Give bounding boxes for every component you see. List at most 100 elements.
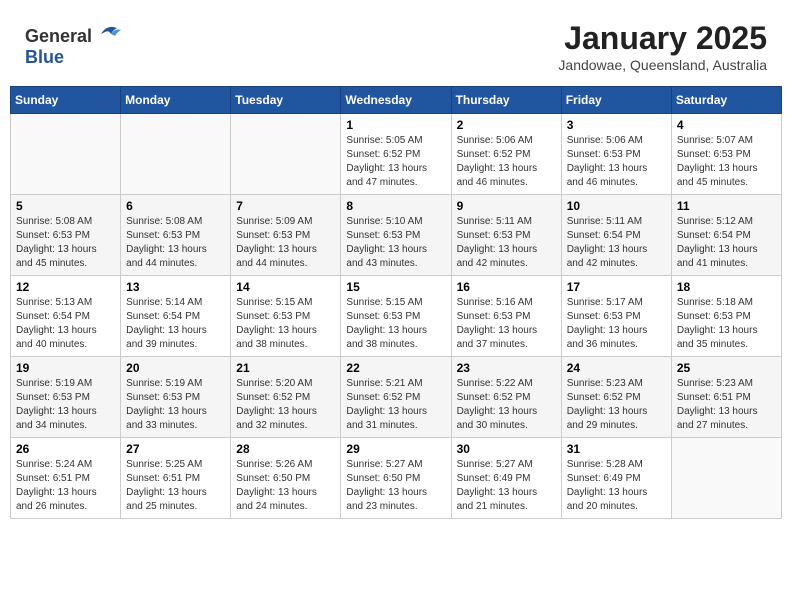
week-row-1: 1Sunrise: 5:05 AM Sunset: 6:52 PM Daylig… [11,114,782,195]
calendar-table: SundayMondayTuesdayWednesdayThursdayFrid… [10,86,782,519]
day-number: 18 [677,280,776,294]
weekday-header-sunday: Sunday [11,87,121,114]
weekday-header-friday: Friday [561,87,671,114]
weekday-header-tuesday: Tuesday [231,87,341,114]
calendar-cell: 4 Sunrise: 5:07 AM Sunset: 6:53 PM Daylig… [671,114,781,195]
day-number: 1 [346,118,445,132]
weekday-header-thursday: Thursday [451,87,561,114]
day-number: 15 [346,280,445,294]
calendar-cell: 22Sunrise: 5:21 AM Sunset: 6:52 PM Dayli… [341,357,451,438]
logo-blue: Blue [25,47,64,67]
day-number: 4 [677,118,776,132]
day-info: Sunrise: 5:11 AM Sunset: 6:54 PM Dayligh… [567,215,666,271]
day-number: 28 [236,442,335,456]
day-info: Sunrise: 5:09 AM Sunset: 6:53 PM Dayligh… [236,215,335,271]
calendar-cell: 28 Sunrise: 5:26 AM Sunset: 6:50 PM Dayli… [231,438,341,519]
day-info: Sunrise: 5:08 AM Sunset: 6:53 PM Dayligh… [16,215,115,271]
day-info: Sunrise: 5:06 AM Sunset: 6:52 PM Dayligh… [457,134,556,190]
day-number: 19 [16,361,115,375]
calendar-cell: 11 Sunrise: 5:12 AM Sunset: 6:54 PM Dayli… [671,195,781,276]
week-row-5: 26 Sunrise: 5:24 AM Sunset: 6:51 PM Dayli… [11,438,782,519]
logo-general: General [25,26,92,46]
day-info: Sunrise: 5:25 AM Sunset: 6:51 PM Dayligh… [126,458,225,514]
weekday-row: SundayMondayTuesdayWednesdayThursdayFrid… [11,87,782,114]
calendar-cell: 24Sunrise: 5:23 AM Sunset: 6:52 PM Dayli… [561,357,671,438]
calendar-cell: 17 Sunrise: 5:17 AM Sunset: 6:53 PM Dayli… [561,276,671,357]
day-info: Sunrise: 5:17 AM Sunset: 6:53 PM Dayligh… [567,296,666,352]
calendar-cell: 12 Sunrise: 5:13 AM Sunset: 6:54 PM Dayli… [11,276,121,357]
day-number: 23 [457,361,556,375]
day-info: Sunrise: 5:19 AM Sunset: 6:53 PM Dayligh… [126,377,225,433]
calendar-cell: 8 Sunrise: 5:10 AM Sunset: 6:53 PM Daylig… [341,195,451,276]
page-header: General Blue January 2025 Jandowae, Quee… [10,10,782,78]
day-info: Sunrise: 5:12 AM Sunset: 6:54 PM Dayligh… [677,215,776,271]
day-number: 11 [677,199,776,213]
day-number: 12 [16,280,115,294]
day-info: Sunrise: 5:24 AM Sunset: 6:51 PM Dayligh… [16,458,115,514]
calendar-cell: 16Sunrise: 5:16 AM Sunset: 6:53 PM Dayli… [451,276,561,357]
day-info: Sunrise: 5:07 AM Sunset: 6:53 PM Dayligh… [677,134,776,190]
day-info: Sunrise: 5:10 AM Sunset: 6:53 PM Dayligh… [346,215,445,271]
calendar-cell [121,114,231,195]
day-info: Sunrise: 5:20 AM Sunset: 6:52 PM Dayligh… [236,377,335,433]
calendar-cell: 20 Sunrise: 5:19 AM Sunset: 6:53 PM Dayli… [121,357,231,438]
day-info: Sunrise: 5:28 AM Sunset: 6:49 PM Dayligh… [567,458,666,514]
weekday-header-saturday: Saturday [671,87,781,114]
calendar-cell: 23 Sunrise: 5:22 AM Sunset: 6:52 PM Dayli… [451,357,561,438]
day-number: 10 [567,199,666,213]
day-info: Sunrise: 5:27 AM Sunset: 6:49 PM Dayligh… [457,458,556,514]
calendar-cell [231,114,341,195]
calendar-cell: 1Sunrise: 5:05 AM Sunset: 6:52 PM Daylig… [341,114,451,195]
calendar-cell: 27Sunrise: 5:25 AM Sunset: 6:51 PM Dayli… [121,438,231,519]
day-number: 29 [346,442,445,456]
logo: General Blue [25,26,121,68]
week-row-3: 12 Sunrise: 5:13 AM Sunset: 6:54 PM Dayli… [11,276,782,357]
day-info: Sunrise: 5:21 AM Sunset: 6:52 PM Dayligh… [346,377,445,433]
calendar-cell: 6Sunrise: 5:08 AM Sunset: 6:53 PM Daylig… [121,195,231,276]
day-number: 6 [126,199,225,213]
day-number: 2 [457,118,556,132]
calendar-cell: 19 Sunrise: 5:19 AM Sunset: 6:53 PM Dayli… [11,357,121,438]
day-info: Sunrise: 5:06 AM Sunset: 6:53 PM Dayligh… [567,134,666,190]
calendar-cell: 3Sunrise: 5:06 AM Sunset: 6:53 PM Daylig… [561,114,671,195]
calendar-cell: 10 Sunrise: 5:11 AM Sunset: 6:54 PM Dayli… [561,195,671,276]
calendar-cell [11,114,121,195]
calendar-title: January 2025 [558,20,767,57]
day-number: 20 [126,361,225,375]
day-info: Sunrise: 5:13 AM Sunset: 6:54 PM Dayligh… [16,296,115,352]
day-number: 26 [16,442,115,456]
calendar-cell: 25Sunrise: 5:23 AM Sunset: 6:51 PM Dayli… [671,357,781,438]
day-info: Sunrise: 5:26 AM Sunset: 6:50 PM Dayligh… [236,458,335,514]
day-info: Sunrise: 5:18 AM Sunset: 6:53 PM Dayligh… [677,296,776,352]
calendar-cell: 9Sunrise: 5:11 AM Sunset: 6:53 PM Daylig… [451,195,561,276]
logo-text: General Blue [25,26,121,68]
day-info: Sunrise: 5:27 AM Sunset: 6:50 PM Dayligh… [346,458,445,514]
week-row-2: 5Sunrise: 5:08 AM Sunset: 6:53 PM Daylig… [11,195,782,276]
calendar-cell: 14 Sunrise: 5:15 AM Sunset: 6:53 PM Dayli… [231,276,341,357]
weekday-header-wednesday: Wednesday [341,87,451,114]
title-area: January 2025 Jandowae, Queensland, Austr… [558,20,767,73]
calendar-cell: 5Sunrise: 5:08 AM Sunset: 6:53 PM Daylig… [11,195,121,276]
calendar-cell: 15 Sunrise: 5:15 AM Sunset: 6:53 PM Dayli… [341,276,451,357]
day-info: Sunrise: 5:11 AM Sunset: 6:53 PM Dayligh… [457,215,556,271]
day-info: Sunrise: 5:15 AM Sunset: 6:53 PM Dayligh… [346,296,445,352]
calendar-cell: 7Sunrise: 5:09 AM Sunset: 6:53 PM Daylig… [231,195,341,276]
day-info: Sunrise: 5:19 AM Sunset: 6:53 PM Dayligh… [16,377,115,433]
calendar-subtitle: Jandowae, Queensland, Australia [558,57,767,73]
day-info: Sunrise: 5:22 AM Sunset: 6:52 PM Dayligh… [457,377,556,433]
day-number: 30 [457,442,556,456]
day-number: 21 [236,361,335,375]
week-row-4: 19 Sunrise: 5:19 AM Sunset: 6:53 PM Dayli… [11,357,782,438]
calendar-cell: 29 Sunrise: 5:27 AM Sunset: 6:50 PM Dayli… [341,438,451,519]
day-info: Sunrise: 5:15 AM Sunset: 6:53 PM Dayligh… [236,296,335,352]
day-number: 14 [236,280,335,294]
day-info: Sunrise: 5:16 AM Sunset: 6:53 PM Dayligh… [457,296,556,352]
logo-bird-icon [99,20,121,42]
day-number: 8 [346,199,445,213]
calendar-cell: 2 Sunrise: 5:06 AM Sunset: 6:52 PM Daylig… [451,114,561,195]
day-info: Sunrise: 5:23 AM Sunset: 6:52 PM Dayligh… [567,377,666,433]
day-number: 13 [126,280,225,294]
day-info: Sunrise: 5:14 AM Sunset: 6:54 PM Dayligh… [126,296,225,352]
day-number: 17 [567,280,666,294]
calendar-body: 1Sunrise: 5:05 AM Sunset: 6:52 PM Daylig… [11,114,782,519]
